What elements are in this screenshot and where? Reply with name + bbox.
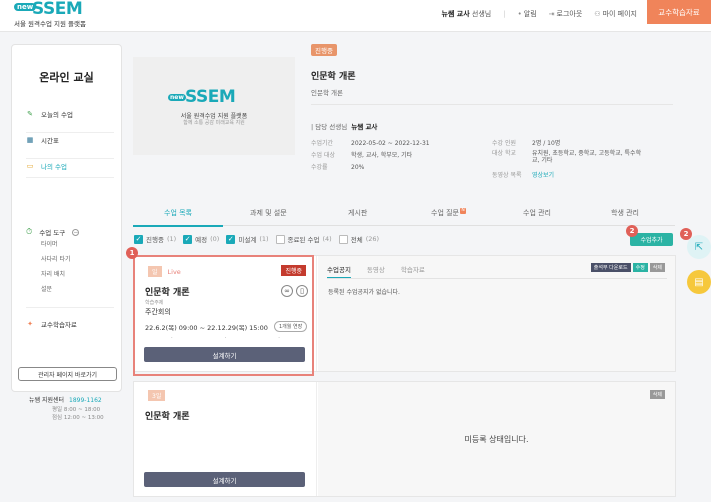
tool-seating[interactable]: 자리 배치: [41, 267, 79, 282]
checkbox-icon: [275, 234, 285, 244]
edit-button[interactable]: 수정: [632, 263, 648, 272]
day-badge: 3일: [148, 390, 166, 401]
active-tab-indicator: [133, 225, 223, 227]
admin-page-button[interactable]: 관리자 페이지 바로가기: [18, 367, 117, 381]
tab-video[interactable]: 동영상: [367, 264, 385, 278]
delete-button[interactable]: 삭제: [649, 390, 665, 399]
tab-student-manage[interactable]: 학생 관리: [611, 208, 639, 218]
monitor-icon: ▭: [26, 161, 34, 170]
class-card-detail: 삭제 미등록 상태입니다.: [318, 382, 675, 496]
filter-all[interactable]: 전체 (26): [338, 234, 379, 244]
sidebar-menu: ✎ 오늘의 수업 ▦ 시간표 ▭ 나의 수업: [26, 107, 116, 185]
tab-questions[interactable]: 수업 질문 N: [431, 208, 466, 218]
filter-ongoing[interactable]: ✓ 진행중 (1): [134, 234, 176, 244]
thumb-wordmark: SSEM: [185, 87, 236, 107]
lightbulb-icon: ✦: [27, 319, 33, 328]
tab-materials[interactable]: 학습자료: [401, 264, 425, 278]
chat-icon[interactable]: ▤: [687, 270, 711, 294]
step-badge: 1: [126, 247, 138, 259]
detail-enrolled: 수강 인원 2명 / 10명: [492, 140, 561, 147]
design-button[interactable]: 설계하기: [144, 472, 305, 487]
my-page-link[interactable]: ⚇ 마이 페이지: [594, 9, 637, 19]
tab-class-manage[interactable]: 수업 관리: [523, 208, 551, 218]
sidebar-item-materials[interactable]: ✦ 교수학습자료: [26, 317, 77, 330]
support-hours: 평일 8:00 ~ 18:00 점심 12:00 ~ 13:00: [52, 407, 104, 421]
step-badge: 2: [680, 228, 692, 240]
step-badge: 2: [626, 225, 638, 237]
sidebar-title: 온라인 교실: [39, 71, 94, 84]
video-list-link[interactable]: 영상보기: [532, 172, 554, 179]
empty-notice: 등록된 수업공지가 없습니다.: [328, 289, 400, 296]
tool-ladder[interactable]: 사다리 타기: [41, 252, 79, 267]
tab-assignments[interactable]: 과제 및 설문: [250, 208, 287, 218]
sidebar-item-tools[interactable]: ⏱ 수업 도구 −: [26, 227, 80, 237]
checkbox-checked-icon: ✓: [226, 234, 236, 244]
delete-button[interactable]: 삭제: [649, 263, 665, 272]
status-filters: ✓ 진행중 (1) ✓ 예정 (0) ✓ 미설계 (1) 종료된 수업 (4) 전체 (26): [134, 234, 379, 244]
detail-rate: 수강률 20%: [311, 164, 365, 171]
checkbox-checked-icon: ✓: [183, 234, 193, 244]
teacher: | 담당 선생님 뉴쌤 교사: [311, 123, 378, 131]
teaching-materials-button[interactable]: 교수학습자료: [647, 0, 711, 24]
top-bar: new SSEM 서울 원격수업 지원 플랫폼 뉴쌤 교사 선생님 | • 알림 …: [0, 0, 711, 32]
sidebar-item-today-class[interactable]: ✎ 오늘의 수업: [26, 107, 116, 120]
logout-icon: ⇥: [548, 10, 555, 18]
new-badge: N: [460, 208, 466, 214]
filter-ended[interactable]: 종료된 수업 (4): [275, 234, 332, 244]
unregistered-message: 미등록 상태입니다.: [464, 435, 529, 444]
sidebar-item-my-class[interactable]: ▭ 나의 수업: [26, 159, 116, 172]
bell-icon: •: [517, 10, 522, 18]
support-phone: 1899-1162: [69, 397, 102, 404]
class-card-summary: 3일 인문학 개론 설계하기: [134, 382, 317, 496]
thumb-new-mark: new: [168, 94, 186, 101]
course-tabs: 수업 목록 과제 및 설문 게시판 수업 질문 N 수업 관리 학생 관리: [133, 200, 675, 227]
class-card: 3일 인문학 개론 설계하기 삭제 미등록 상태입니다.: [133, 381, 676, 497]
support-center: 뉴쌤 지원센터 1899-1162: [29, 397, 102, 404]
course-thumbnail: new SSEM 서울 원격수업 지원 플랫폼 함께 소통 공감 미래교육 지원: [133, 57, 295, 155]
course-title: 인문학 개론: [311, 72, 356, 82]
tab-board[interactable]: 게시판: [348, 208, 367, 218]
logo-subtitle: 서울 원격수업 지원 플랫폼: [14, 20, 86, 28]
user-greeting: 뉴쌤 교사 선생님: [441, 10, 492, 18]
sidebar: 온라인 교실 ✎ 오늘의 수업 ▦ 시간표 ▭ 나의 수업 ⏱ 수업 도구 − …: [11, 44, 122, 421]
detail-audience: 수업 대상 학생, 교사, 학부모, 기타: [311, 152, 413, 159]
sidebar-tools: ⏱ 수업 도구 − 타이머 사다리 타기 자리 배치 설문: [26, 227, 80, 297]
status-badge: 진행중: [311, 44, 337, 56]
filter-undesigned[interactable]: ✓ 미설계 (1): [226, 234, 269, 244]
detail-videos: 동영상 목록 영상보기: [492, 172, 555, 179]
person-icon: ⚇: [594, 10, 601, 18]
share-icon[interactable]: ⇱: [687, 235, 711, 259]
class-title: 인문학 개론: [145, 412, 190, 422]
calendar-icon: ▦: [26, 135, 34, 144]
filter-scheduled[interactable]: ✓ 예정 (0): [183, 234, 219, 244]
collapse-icon[interactable]: −: [72, 228, 80, 236]
attendance-download-button[interactable]: 출석부 다운로드: [590, 263, 631, 272]
logo-wordmark: SSEM: [32, 0, 83, 19]
detail-period: 수업기간 2022-05-02 ~ 2022-12-31: [311, 140, 430, 147]
tool-timer[interactable]: 타이머: [41, 237, 79, 252]
detail-schools: 대상 학교 유치원, 초등학교, 중학교, 고등학교, 특수학교, 기타: [492, 150, 642, 164]
checkbox-icon: [338, 234, 348, 244]
top-nav: 뉴쌤 교사 선생님 | • 알림 ⇥ 로그아웃 ⚇ 마이 페이지: [441, 9, 637, 19]
tab-class-list[interactable]: 수업 목록: [164, 208, 192, 218]
course-info: 진행중 인문학 개론 인문학 개론 | 담당 선생님 뉴쌤 교사 수업기간 2022…: [311, 44, 676, 179]
logout-link[interactable]: ⇥ 로그아웃: [549, 9, 583, 19]
course-subtitle: 인문학 개론: [311, 89, 343, 97]
class-card-detail: 수업공지 동영상 학습자료 출석부 다운로드 수정 삭제 등록된 수업공지가 없…: [318, 256, 675, 371]
tab-notice[interactable]: 수업공지: [327, 264, 351, 278]
timer-icon: ⏱: [26, 227, 33, 236]
sidebar-item-timetable[interactable]: ▦ 시간표: [26, 133, 116, 146]
notification-link[interactable]: • 알림: [518, 9, 537, 19]
pen-icon: ✎: [27, 109, 33, 118]
checkbox-checked-icon: ✓: [134, 234, 143, 244]
tool-survey[interactable]: 설문: [41, 282, 79, 297]
highlight-box: [133, 255, 314, 376]
